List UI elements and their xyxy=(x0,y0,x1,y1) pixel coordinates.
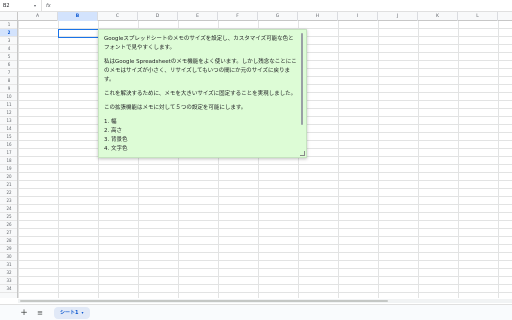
column-header-k[interactable]: K xyxy=(418,12,458,21)
column-header-a[interactable]: A xyxy=(18,12,58,21)
row-header-8[interactable]: 8 xyxy=(0,77,17,85)
fx-icon: fx xyxy=(46,3,51,9)
row-header-5[interactable]: 5 xyxy=(0,53,17,61)
column-header-c[interactable]: C xyxy=(98,12,138,21)
column-header-l[interactable]: L xyxy=(458,12,498,21)
row-header-30[interactable]: 30 xyxy=(0,253,17,261)
horizontal-scrollbar[interactable] xyxy=(18,299,512,303)
row-header-4[interactable]: 4 xyxy=(0,45,17,53)
sheet-tab-active[interactable]: シート1 ▾ xyxy=(54,307,90,319)
row-header-19[interactable]: 19 xyxy=(0,165,17,173)
row-header-17[interactable]: 17 xyxy=(0,149,17,157)
row-header-31[interactable]: 31 xyxy=(0,261,17,269)
row-header-10[interactable]: 10 xyxy=(0,93,17,101)
note-list-item: 3. 背景色 xyxy=(104,137,128,143)
column-header-i[interactable]: I xyxy=(338,12,378,21)
row-header-bar: 1 2 3 4 5 6 7 8 9 10 11 12 13 14 15 16 17 18 19 20 21 22 23 24 2… xyxy=(0,21,18,298)
note-content[interactable]: Googleスプレッドシートのメモのサイズを設定し、カスタマイズ可能な色とフォン… xyxy=(99,30,306,154)
note-paragraph: Googleスプレッドシートのメモのサイズを設定し、カスタマイズ可能な色とフォン… xyxy=(104,36,294,51)
column-header-h[interactable]: H xyxy=(298,12,338,21)
column-header-f[interactable]: F xyxy=(218,12,258,21)
row-header-21[interactable]: 21 xyxy=(0,181,17,189)
column-header-j[interactable]: J xyxy=(378,12,418,21)
note-list-item: 4. 文字色 xyxy=(104,146,128,152)
row-header-18[interactable]: 18 xyxy=(0,157,17,165)
select-all-corner[interactable] xyxy=(0,12,18,21)
row-header-9[interactable]: 9 xyxy=(0,85,17,93)
horizontal-scrollbar-thumb[interactable] xyxy=(20,300,388,302)
row-header-28[interactable]: 28 xyxy=(0,237,17,245)
row-header-34[interactable]: 34 xyxy=(0,285,17,293)
column-header-g[interactable]: G xyxy=(258,12,298,21)
column-header-d[interactable]: D xyxy=(138,12,178,21)
row-header-16[interactable]: 16 xyxy=(0,141,17,149)
column-header-b[interactable]: B xyxy=(58,12,98,21)
sheet-tab-bar: + ≡ シート1 ▾ xyxy=(0,304,512,320)
row-header-22[interactable]: 22 xyxy=(0,189,17,197)
row-header-13[interactable]: 13 xyxy=(0,117,17,125)
note-paragraph: 私はGoogle Spreadsheetのメモ機能をよく使います。しかし残念なこ… xyxy=(104,59,297,83)
row-header-20[interactable]: 20 xyxy=(0,173,17,181)
row-header-14[interactable]: 14 xyxy=(0,125,17,133)
note-resize-handle[interactable] xyxy=(300,151,305,156)
all-sheets-icon[interactable]: ≡ xyxy=(34,307,46,319)
row-header-23[interactable]: 23 xyxy=(0,197,17,205)
sheet-tab-label: シート1 xyxy=(60,310,79,316)
row-header-32[interactable]: 32 xyxy=(0,269,17,277)
note-paragraph: これを解決するために、メモを大きいサイズに固定することを実現しました。 xyxy=(104,91,297,97)
row-header-7[interactable]: 7 xyxy=(0,69,17,77)
column-header-bar: ABCDEFGHIJKL xyxy=(0,12,512,21)
note-list-item: 1. 幅 xyxy=(104,119,117,125)
row-header-12[interactable]: 12 xyxy=(0,109,17,117)
row-header-29[interactable]: 29 xyxy=(0,245,17,253)
sheet-tab-dropdown-icon[interactable]: ▾ xyxy=(81,310,83,315)
row-header-25[interactable]: 25 xyxy=(0,213,17,221)
formula-bar: B2 ▾ fx xyxy=(0,0,512,12)
cell-note[interactable]: Googleスプレッドシートのメモのサイズを設定し、カスタマイズ可能な色とフォン… xyxy=(98,29,307,158)
column-header-e[interactable]: E xyxy=(178,12,218,21)
row-header-27[interactable]: 27 xyxy=(0,229,17,237)
add-sheet-icon[interactable]: + xyxy=(18,307,30,319)
note-scrollbar[interactable] xyxy=(301,33,303,125)
row-header-24[interactable]: 24 xyxy=(0,205,17,213)
note-list: 1. 幅 2. 高さ 3. 背景色 4. 文字色 xyxy=(104,118,298,154)
row-header-15[interactable]: 15 xyxy=(0,133,17,141)
selected-cell-b2[interactable] xyxy=(58,29,99,38)
row-header-3[interactable]: 3 xyxy=(0,37,17,45)
row-header-6[interactable]: 6 xyxy=(0,61,17,69)
row-header-33[interactable]: 33 xyxy=(0,277,17,285)
row-header-2[interactable]: 2 xyxy=(0,29,17,37)
row-header-26[interactable]: 26 xyxy=(0,221,17,229)
row-header-11[interactable]: 11 xyxy=(0,101,17,109)
row-header-1[interactable]: 1 xyxy=(0,21,17,29)
note-paragraph: この拡張機能はメモに対して５つの設定を可能にします。 xyxy=(104,105,247,111)
note-list-item: 2. 高さ xyxy=(104,128,122,134)
name-box-dropdown-icon[interactable]: ▾ xyxy=(34,0,36,12)
